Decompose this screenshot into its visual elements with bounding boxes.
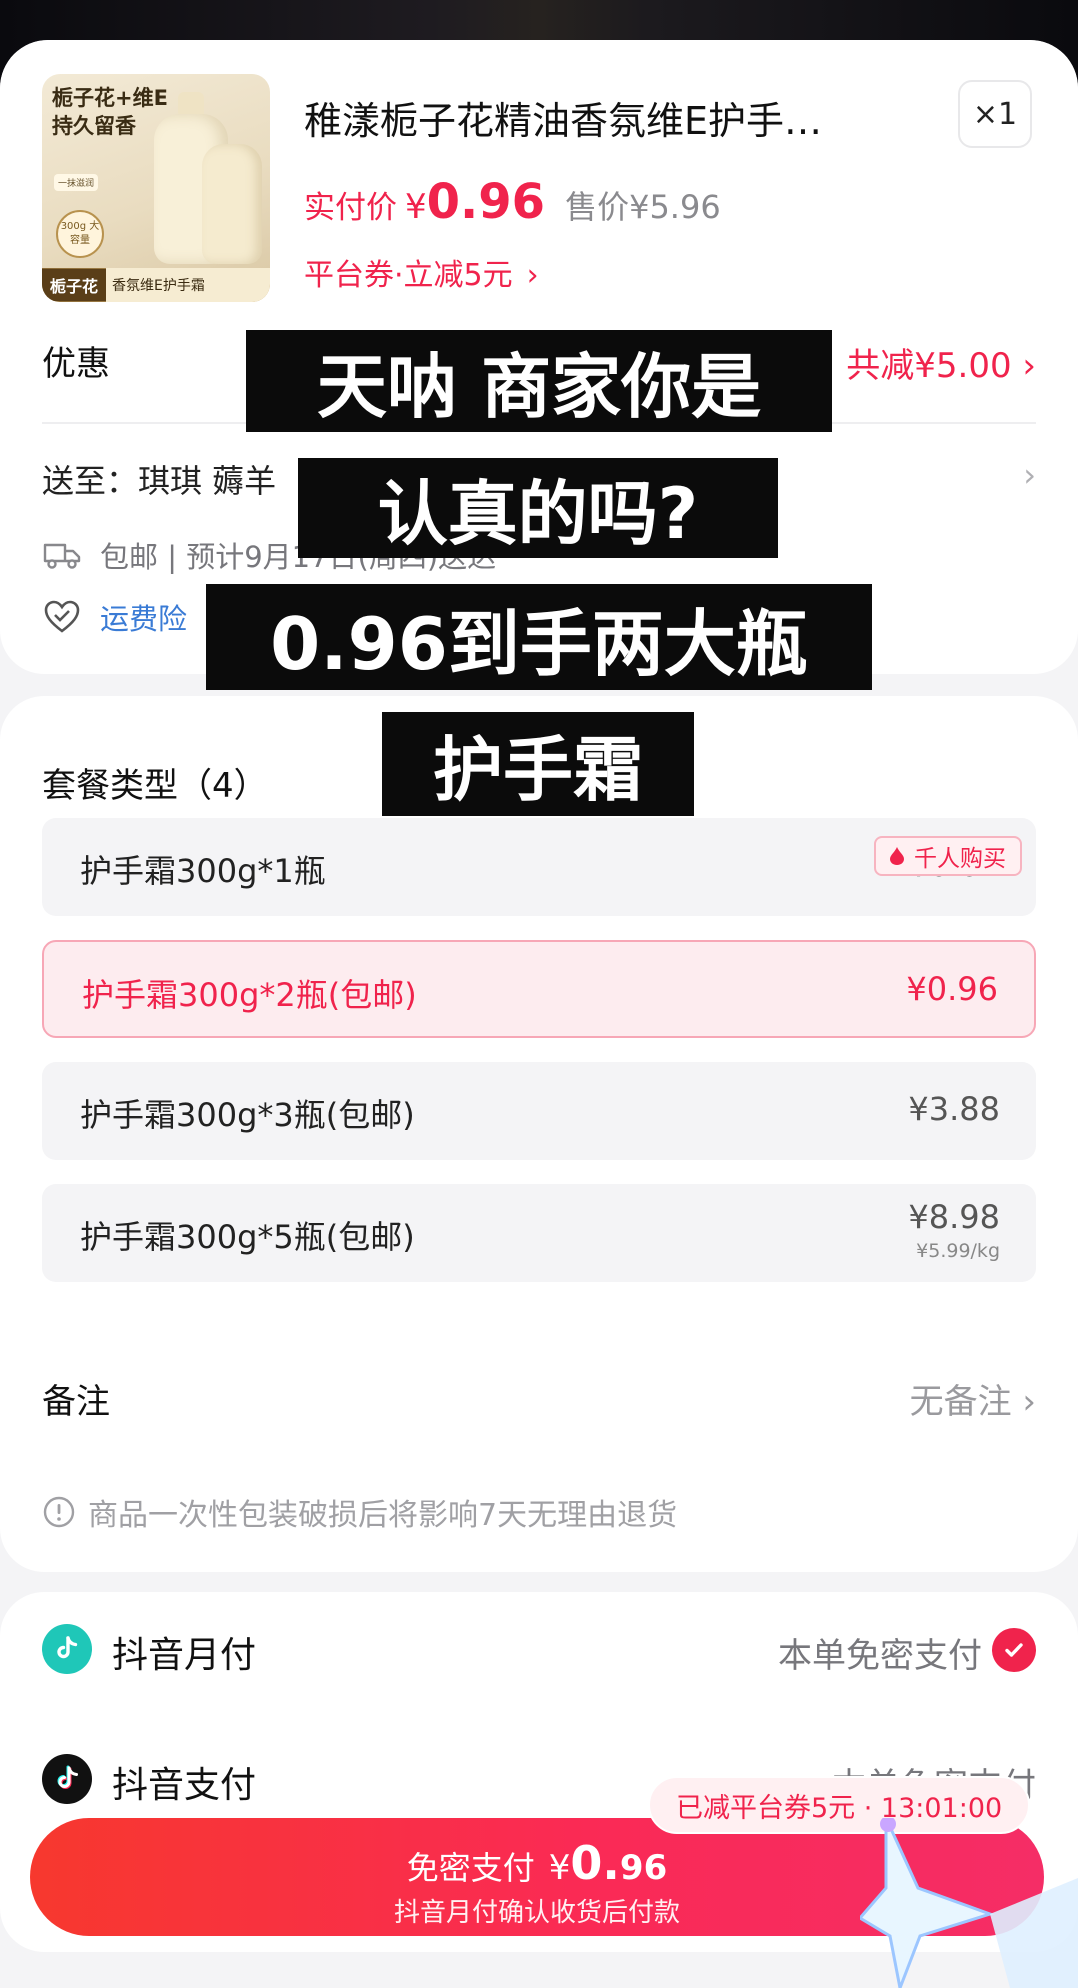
chevron-right-icon: › <box>1023 456 1036 494</box>
caption-line-3: 0.96到手两大瓶 <box>206 584 872 690</box>
image-tagline: 一抹滋润 <box>54 174 99 191</box>
actual-price: 0.96 <box>426 174 546 230</box>
checkmark-icon <box>992 1628 1036 1672</box>
package-option-2[interactable]: 护手霜300g*2瓶(包邮) ¥0.96 <box>42 940 1036 1038</box>
product-title: 稚漾栀子花精油香氛维E护手… <box>304 99 823 143</box>
platform-coupon-link[interactable]: 平台券·立减5元 › <box>304 250 539 294</box>
douyin-monthly-logo-icon <box>42 1624 92 1674</box>
payment-name: 抖音支付 <box>112 1765 257 1806</box>
remark-label: 备注 <box>42 1382 110 1422</box>
caption-line-4: 护手霜 <box>382 712 694 816</box>
sparkle-icon <box>860 1818 1078 1988</box>
return-policy-notice: 商品一次性包装破损后将影响7天无理由退货 <box>42 1490 1036 1534</box>
image-headline: 栀子花+维E 持久留香 <box>52 86 168 138</box>
bottle-small <box>202 144 262 264</box>
chevron-right-icon: › <box>526 258 539 293</box>
currency-symbol: ¥ <box>405 187 427 227</box>
heart-shield-icon <box>44 600 80 633</box>
douyin-logo-icon <box>42 1754 92 1804</box>
image-capacity-badge: 300g 大容量 <box>56 210 104 258</box>
actual-price-label: 实付价 <box>304 190 397 226</box>
package-option-5[interactable]: 护手霜300g*5瓶(包邮) ¥8.98 ¥5.99/kg <box>42 1184 1036 1282</box>
truck-icon <box>43 543 81 569</box>
image-bottom-bar: 栀子花 香氛维E护手霜 <box>42 268 270 302</box>
popular-tag: 千人购买 <box>874 836 1022 876</box>
option-name: 护手霜300g*5瓶(包邮) <box>80 1218 415 1256</box>
product-image[interactable]: 栀子花+维E 持久留香 一抹滋润 300g 大容量 栀子花 香氛维E护手霜 <box>42 74 270 302</box>
insurance-text: 运费险 <box>100 602 188 636</box>
caption-line-2: 认真的吗? <box>298 458 778 558</box>
info-icon <box>43 1496 75 1528</box>
remark-row[interactable]: 备注 无备注 › <box>42 1374 1036 1434</box>
payment-option-monthly[interactable]: 抖音月付 本单免密支付 <box>42 1614 1036 1694</box>
address-text: 送至：琪琪 薅羊 <box>42 462 277 500</box>
payment-hint: 本单免密支付 <box>778 1636 982 1676</box>
option-unit-price: ¥5.99/kg <box>916 1240 1000 1262</box>
package-option-3[interactable]: 护手霜300g*3瓶(包邮) ¥3.88 <box>42 1062 1036 1160</box>
package-type-title: 套餐类型（4） <box>42 766 268 806</box>
caption-line-1: 天呐 商家你是 <box>246 330 832 432</box>
original-price: 售价¥5.96 <box>565 188 721 226</box>
option-price: ¥3.88 <box>908 1090 1000 1128</box>
flame-icon <box>890 847 904 865</box>
discount-total: 共减¥5.00 › <box>846 346 1036 386</box>
option-name: 护手霜300g*3瓶(包邮) <box>80 1096 415 1134</box>
quantity-selector[interactable]: ×1 <box>958 80 1032 148</box>
remark-value: 无备注 › <box>909 1382 1036 1422</box>
option-price: ¥8.98 <box>908 1198 1000 1236</box>
option-name: 护手霜300g*1瓶 <box>80 852 326 890</box>
option-price: ¥0.96 <box>906 970 998 1008</box>
payment-name: 抖音月付 <box>112 1635 257 1676</box>
option-name: 护手霜300g*2瓶(包邮) <box>82 976 417 1014</box>
price-row: 实付价 ¥ 0.96 售价¥5.96 <box>304 174 721 230</box>
discount-label: 优惠 <box>42 344 110 384</box>
